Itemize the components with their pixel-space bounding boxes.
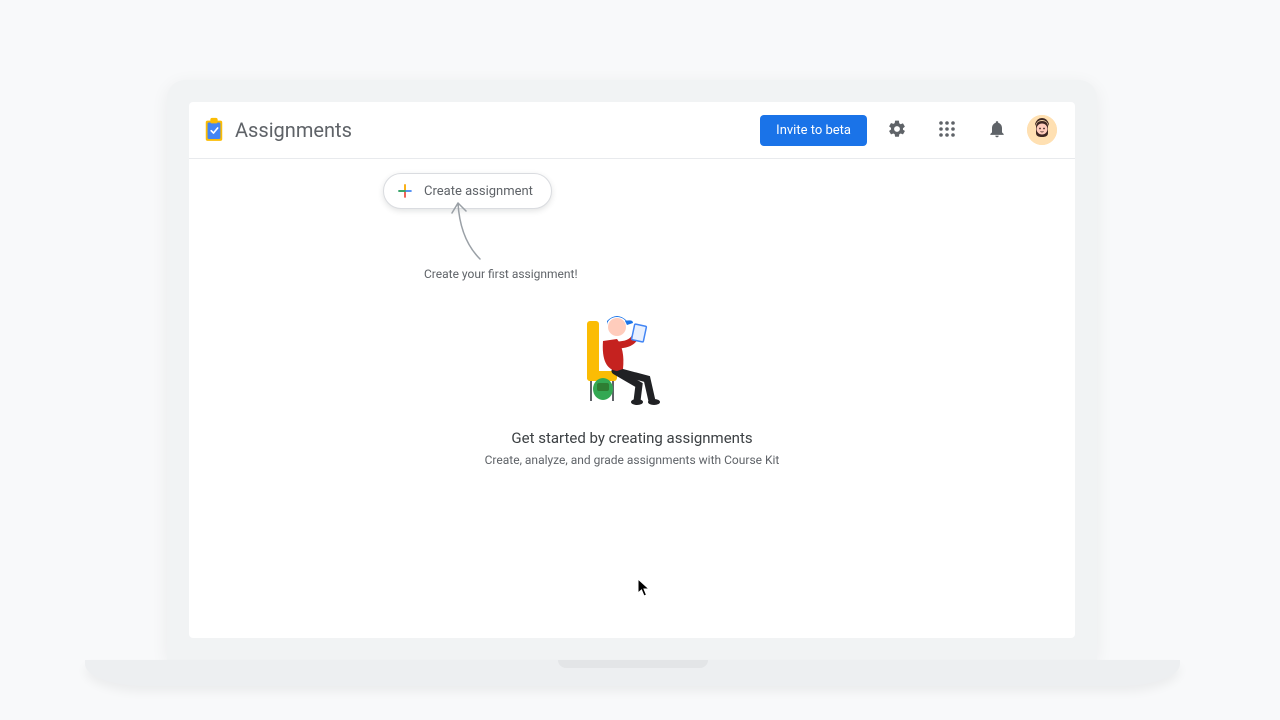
hint-text: Create your first assignment! — [424, 267, 578, 281]
content-area: Create assignment Create your first assi… — [189, 159, 1075, 638]
student-illustration-icon — [577, 309, 687, 409]
laptop-base — [85, 660, 1180, 686]
create-assignment-label: Create assignment — [424, 184, 533, 199]
laptop-frame: Assignments Invite to beta — [167, 80, 1097, 660]
apps-grid-icon — [938, 120, 956, 141]
settings-button[interactable] — [877, 110, 917, 150]
apps-button[interactable] — [927, 110, 967, 150]
laptop-notch — [558, 660, 708, 668]
invite-to-beta-button[interactable]: Invite to beta — [760, 115, 867, 146]
notifications-button[interactable] — [977, 110, 1017, 150]
app-title: Assignments — [235, 118, 352, 142]
top-bar: Assignments Invite to beta — [189, 102, 1075, 159]
gear-icon — [887, 119, 907, 142]
app-screen: Assignments Invite to beta — [189, 102, 1075, 638]
assignments-logo-icon — [203, 117, 225, 143]
empty-state-subline: Create, analyze, and grade assignments w… — [402, 453, 862, 467]
account-avatar[interactable] — [1027, 115, 1057, 145]
create-assignment-button[interactable]: Create assignment — [383, 173, 552, 209]
empty-state-headline: Get started by creating assignments — [402, 429, 862, 447]
bell-icon — [987, 119, 1007, 142]
empty-state: Get started by creating assignments Crea… — [402, 309, 862, 467]
plus-icon — [396, 182, 414, 200]
